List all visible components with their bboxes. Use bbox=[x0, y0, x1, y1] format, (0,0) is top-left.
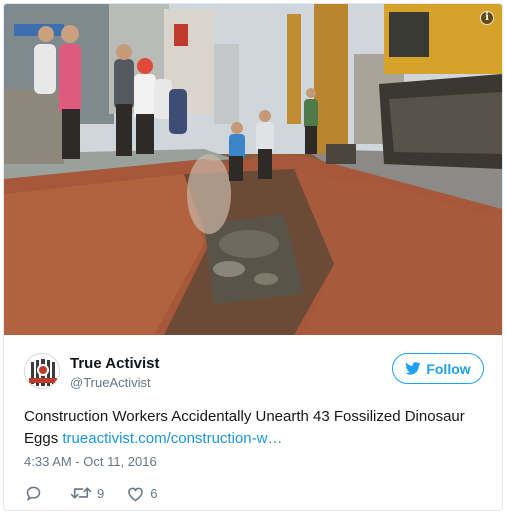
tweet-link[interactable]: trueactivist.com/construction-w… bbox=[62, 430, 282, 447]
tweet-header: True Activist @TrueActivist Follow bbox=[24, 350, 484, 394]
tweet-timestamp[interactable]: 4:33 AM - Oct 11, 2016 bbox=[24, 454, 157, 469]
tweet-photo[interactable]: i bbox=[4, 4, 502, 335]
follow-button[interactable]: Follow bbox=[392, 353, 484, 384]
heart-icon bbox=[128, 487, 144, 501]
like-button[interactable]: 6 bbox=[126, 485, 157, 502]
tweet-card: i True Activist @TrueActivist Follow Con… bbox=[3, 3, 503, 511]
retweet-button[interactable]: 9 bbox=[70, 485, 104, 501]
reply-icon bbox=[26, 486, 41, 501]
author-name[interactable]: True Activist bbox=[70, 355, 159, 372]
excavation-photo bbox=[4, 4, 502, 335]
twitter-bird-icon bbox=[405, 362, 421, 375]
info-icon[interactable]: i bbox=[480, 11, 494, 25]
retweet-count: 9 bbox=[97, 485, 105, 501]
follow-label: Follow bbox=[426, 360, 471, 377]
like-count: 6 bbox=[150, 485, 158, 501]
true-activist-logo bbox=[25, 354, 59, 388]
reply-button[interactable] bbox=[24, 484, 48, 502]
author-handle[interactable]: @TrueActivist bbox=[70, 375, 151, 390]
avatar[interactable] bbox=[24, 353, 60, 389]
tweet-text: Construction Workers Accidentally Uneart… bbox=[24, 406, 484, 450]
tweet-actions: 9 6 bbox=[24, 482, 179, 504]
retweet-icon bbox=[70, 487, 92, 499]
